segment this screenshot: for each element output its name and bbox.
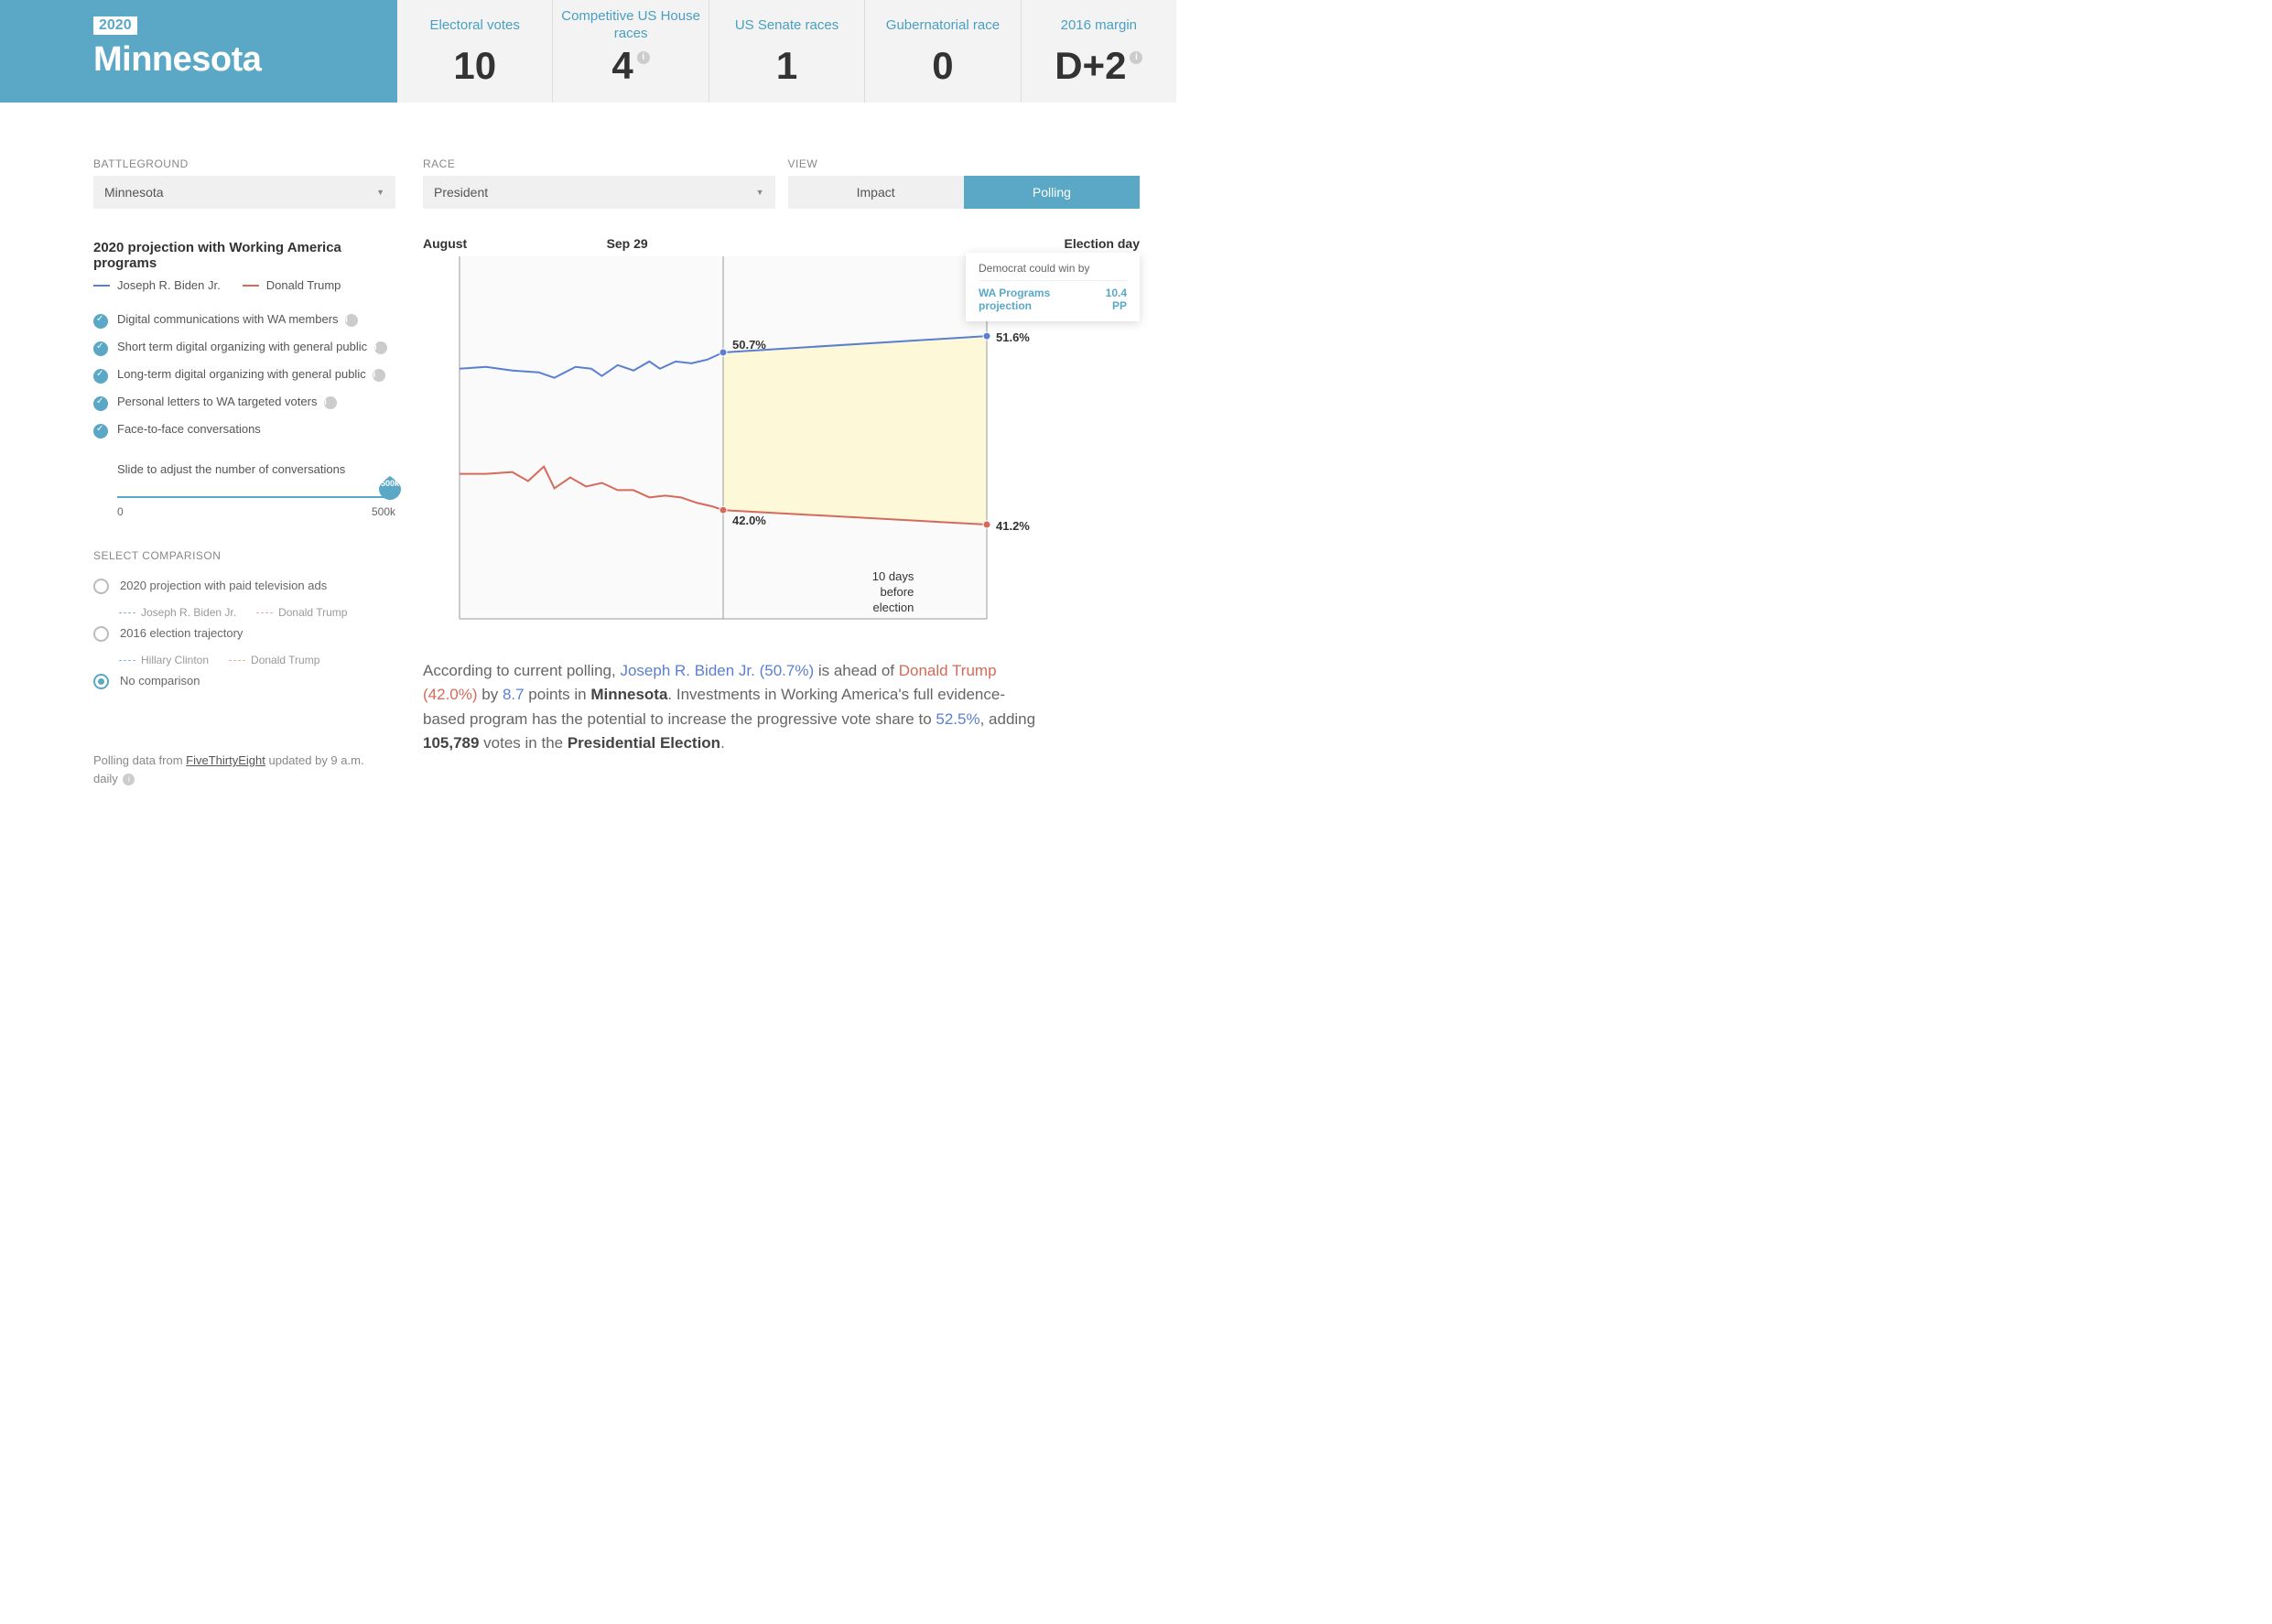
info-icon[interactable]: i: [123, 774, 135, 785]
tooltip-row-value: 10.4 PP: [1097, 287, 1127, 312]
stat-value: 4i: [553, 44, 708, 88]
chart-tick-sep29: Sep 29: [459, 236, 795, 251]
dashed-swatch: [256, 612, 273, 613]
sidebar: BATTLEGROUND Minnesota 2020 projection w…: [93, 157, 395, 787]
comparison-radio[interactable]: No comparison: [93, 666, 395, 697]
stat-cell: Gubernatorial race0: [864, 0, 1020, 103]
check-icon: [93, 369, 108, 384]
summary-race: Presidential Election: [568, 734, 720, 752]
stat-label: 2016 margin: [1022, 7, 1176, 44]
comparison-radio[interactable]: 2020 projection with paid television ads: [93, 571, 395, 601]
info-icon[interactable]: i: [324, 396, 337, 409]
legend-item: Joseph R. Biden Jr.: [93, 278, 221, 292]
legend-swatch: [93, 285, 110, 287]
summary-state: Minnesota: [590, 686, 667, 703]
info-icon[interactable]: i: [637, 51, 650, 64]
state-name: Minnesota: [93, 40, 377, 80]
stat-value: D+2i: [1022, 44, 1176, 88]
tooltip-title: Democrat could win by: [979, 262, 1127, 281]
stat-label: Gubernatorial race: [865, 7, 1020, 44]
check-icon: [93, 396, 108, 411]
content: RACE President VIEW ImpactPolling August…: [423, 157, 1176, 787]
race-value: President: [434, 185, 488, 200]
summary-text: According to current polling, Joseph R. …: [423, 659, 1045, 755]
chart-tick-august: August: [423, 236, 459, 251]
view-btn-polling[interactable]: Polling: [964, 176, 1140, 209]
program-item[interactable]: Personal letters to WA targeted voters i: [93, 389, 395, 417]
info-icon[interactable]: i: [345, 314, 358, 327]
stat-cell: 2016 marginD+2i: [1021, 0, 1176, 103]
info-icon[interactable]: i: [1130, 51, 1142, 64]
summary-candidate-a: Joseph R. Biden Jr. (50.7%): [620, 662, 814, 679]
battleground-dropdown[interactable]: Minnesota: [93, 176, 395, 209]
comparison-label: SELECT COMPARISON: [93, 549, 395, 562]
radio-icon: [93, 626, 109, 642]
stat-value: 10: [397, 44, 552, 88]
summary-margin: 8.7: [503, 686, 525, 703]
stat-cell: US Senate races1: [709, 0, 864, 103]
stats-row: Electoral votes10Competitive US House ra…: [397, 0, 1176, 103]
projection-title: 2020 projection with Working America pro…: [93, 240, 395, 271]
footnote-source-link[interactable]: FiveThirtyEight: [186, 753, 265, 767]
header-row: 2020 Minnesota Electoral votes10Competit…: [0, 0, 1176, 103]
radio-icon: [93, 579, 109, 594]
chart-tick-election: Election day: [795, 236, 1140, 251]
stat-value: 0: [865, 44, 1020, 88]
race-label: RACE: [423, 157, 775, 170]
program-item[interactable]: Digital communications with WA members i: [93, 307, 395, 334]
program-item[interactable]: Short term digital organizing with gener…: [93, 334, 395, 362]
days-before-note: 10 daysbeforeelection: [872, 569, 914, 616]
trump-mid-label: 42.0%: [732, 514, 766, 527]
stat-cell: Competitive US House races4i: [552, 0, 708, 103]
stat-label: Competitive US House races: [553, 7, 708, 44]
info-icon[interactable]: i: [374, 341, 387, 354]
battleground-label: BATTLEGROUND: [93, 157, 395, 170]
check-icon: [93, 424, 108, 438]
program-item[interactable]: Face-to-face conversations: [93, 417, 395, 444]
title-block: 2020 Minnesota: [0, 0, 397, 103]
program-item[interactable]: Long-term digital organizing with genera…: [93, 362, 395, 389]
stat-label: Electoral votes: [397, 7, 552, 44]
polling-chart: [423, 256, 1009, 632]
info-icon[interactable]: i: [373, 369, 385, 382]
race-dropdown[interactable]: President: [423, 176, 775, 209]
dashed-swatch: [119, 612, 135, 613]
comparison-list: 2020 projection with paid television ads…: [93, 571, 395, 697]
stat-value: 1: [709, 44, 864, 88]
program-list: Digital communications with WA members i…: [93, 307, 395, 444]
view-btn-impact[interactable]: Impact: [788, 176, 964, 209]
trump-end-label: 41.2%: [996, 519, 1030, 533]
summary-target-pct: 52.5%: [936, 710, 979, 728]
slider-max: 500k: [372, 505, 395, 518]
projection-tooltip: Democrat could win by WA Programs projec…: [966, 253, 1140, 321]
footnote: Polling data from FiveThirtyEight update…: [93, 752, 368, 787]
biden-mid-label: 50.7%: [732, 338, 766, 352]
battleground-value: Minnesota: [104, 185, 164, 200]
dashed-swatch: [229, 660, 245, 661]
radio-icon: [93, 674, 109, 689]
check-icon: [93, 341, 108, 356]
legend-swatch: [243, 285, 259, 287]
comparison-radio[interactable]: 2016 election trajectory: [93, 619, 395, 649]
legend-item: Donald Trump: [243, 278, 341, 292]
view-label: VIEW: [788, 157, 1141, 170]
biden-end-label: 51.6%: [996, 330, 1030, 344]
slider-min: 0: [117, 505, 124, 518]
stat-cell: Electoral votes10: [397, 0, 552, 103]
check-icon: [93, 314, 108, 329]
conversations-slider[interactable]: 500k: [117, 496, 395, 498]
slider-handle[interactable]: 500k: [377, 476, 403, 502]
summary-votes: 105,789: [423, 734, 479, 752]
tooltip-row-label: WA Programs projection: [979, 287, 1097, 312]
chart-area: August Sep 29 Election day Democrat coul…: [423, 236, 1140, 632]
view-toggle: ImpactPolling: [788, 176, 1141, 209]
slider-caption: Slide to adjust the number of conversati…: [117, 462, 395, 476]
slider-value-label: 500k: [381, 479, 399, 488]
legend: Joseph R. Biden Jr. Donald Trump: [93, 278, 395, 292]
dashed-swatch: [119, 660, 135, 661]
stat-label: US Senate races: [709, 7, 864, 44]
year-badge: 2020: [93, 16, 137, 35]
